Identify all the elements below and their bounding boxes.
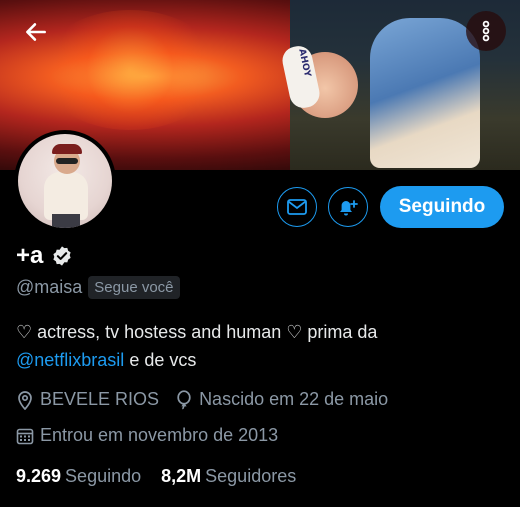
bell-plus-icon [340, 200, 358, 216]
mail-icon [287, 199, 307, 215]
arrow-left-icon [26, 23, 46, 41]
profile-meta-row-1: BEVELE RIOS Nascido em 22 de maio [16, 389, 404, 410]
avatar-image [18, 134, 112, 228]
location-item: BEVELE RIOS [16, 389, 159, 410]
following-button[interactable]: Seguindo [380, 186, 504, 228]
follows-you-badge: Segue você [88, 276, 180, 299]
bio-mention-link[interactable]: @netflixbrasil [16, 350, 124, 370]
followers-count: 8,2M [161, 466, 202, 486]
more-options-button[interactable] [466, 11, 506, 51]
message-button[interactable] [277, 187, 317, 227]
avatar[interactable] [14, 130, 116, 232]
following-count: 9.269 [16, 466, 62, 486]
followers-label: Seguidores [205, 466, 297, 486]
joined-text: Entrou em novembro de 2013 [40, 425, 279, 445]
follow-stats: 9.269 Seguindo 8,2M Seguidores [16, 466, 296, 487]
birthday-text: Nascido em 22 de maio [199, 389, 389, 409]
location-text: BEVELE RIOS [40, 389, 160, 409]
location-pin-icon [18, 390, 32, 410]
bio-text-2: e de vcs [124, 350, 197, 370]
profile-meta-row-2: Entrou em novembro de 2013 [16, 425, 294, 446]
more-vertical-icon [482, 20, 490, 42]
display-name-row: +a [16, 242, 73, 270]
following-label: Seguindo [65, 466, 142, 486]
avatar-kid-hat [52, 144, 82, 154]
verified-badge-icon [53, 246, 71, 266]
bio-text-1: ♡ actress, tv hostess and human ♡ prima … [16, 322, 378, 342]
avatar-kid-legs [52, 214, 80, 228]
followers-stat[interactable]: 8,2M Seguidores [161, 466, 296, 487]
bio: ♡ actress, tv hostess and human ♡ prima … [16, 318, 511, 374]
joined-item: Entrou em novembro de 2013 [16, 425, 278, 446]
notifications-button[interactable] [328, 187, 368, 227]
banner-figure [370, 18, 480, 168]
avatar-kid-glasses [56, 158, 78, 164]
calendar-icon [16, 428, 34, 444]
handle: @maisa [16, 277, 83, 297]
following-stat[interactable]: 9.269 Seguindo [16, 466, 141, 487]
display-name: +a [16, 242, 44, 269]
handle-row: @maisa Segue você [16, 276, 180, 299]
avatar-kid-body [44, 172, 88, 220]
back-button[interactable] [16, 12, 56, 52]
birthday-item: Nascido em 22 de maio [175, 389, 388, 410]
balloon-icon [177, 389, 191, 409]
banner-smoke [40, 10, 220, 130]
